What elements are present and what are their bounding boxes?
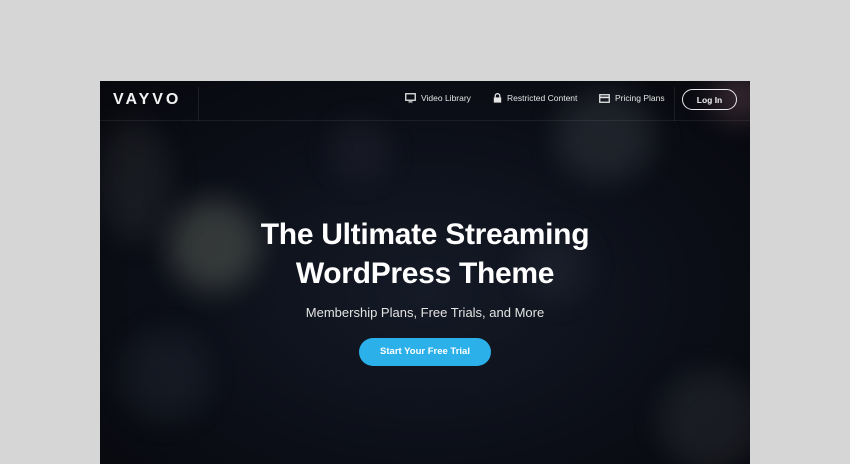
nav-item-label: Restricted Content	[507, 93, 578, 103]
hero-title: The Ultimate Streaming WordPress Theme	[100, 215, 750, 293]
monitor-icon	[405, 93, 416, 103]
navbar-divider	[674, 87, 675, 121]
nav-item-video-library[interactable]: Video Library	[405, 93, 471, 103]
hero-section: The Ultimate Streaming WordPress Theme M…	[100, 215, 750, 366]
hero-title-line: WordPress Theme	[295, 257, 555, 290]
nav-item-pricing-plans[interactable]: Pricing Plans	[599, 93, 665, 103]
nav-item-label: Pricing Plans	[615, 93, 665, 103]
bokeh-light	[330, 121, 390, 181]
top-navbar: VAYVO Video Library Restricted Content P…	[100, 81, 750, 121]
login-button[interactable]: Log In	[682, 89, 737, 110]
lock-icon	[493, 93, 502, 103]
start-free-trial-button[interactable]: Start Your Free Trial	[359, 338, 491, 366]
nav-item-label: Video Library	[421, 93, 471, 103]
navbar-divider	[198, 87, 199, 121]
hero-subtitle: Membership Plans, Free Trials, and More	[305, 305, 545, 320]
nav-item-restricted-content[interactable]: Restricted Content	[493, 93, 577, 103]
bokeh-light	[660, 371, 750, 464]
website-frame: VAYVO Video Library Restricted Content P…	[100, 81, 750, 464]
hero-title-line: The Ultimate Streaming	[260, 218, 590, 251]
site-logo[interactable]: VAYVO	[113, 91, 181, 109]
credit-card-icon	[599, 93, 610, 103]
